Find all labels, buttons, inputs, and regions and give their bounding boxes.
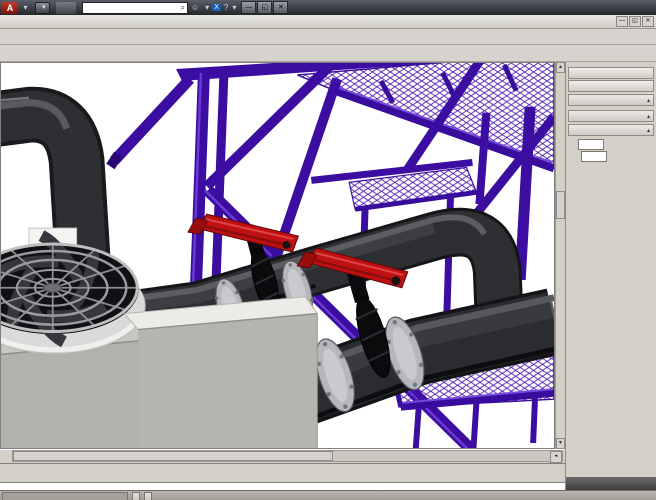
search-input[interactable] [83, 3, 179, 12]
child-window-controls: — ◱ ✕ [616, 16, 656, 27]
foreground-box[interactable] [124, 297, 317, 448]
command-input[interactable] [0, 482, 565, 490]
signin-arrow-icon[interactable]: ▾ [204, 3, 210, 12]
palette-footer [566, 477, 656, 490]
menu-bar: — ◱ ✕ [0, 15, 656, 29]
help-menu-icon[interactable]: ? [223, 3, 229, 12]
viewport-canvas[interactable] [1, 63, 554, 448]
hscroll-left-icon[interactable]: ◂ [550, 451, 562, 463]
annotation-scale-button[interactable] [144, 492, 152, 500]
autocad-linear-window: A ▾ ▾ ⌕ ☺ ▾ X ? ▾ — ◱ ✕ — ◱ ✕ [0, 0, 656, 500]
window-controls: — ◱ ✕ [241, 1, 288, 14]
search-box: ⌕ [82, 2, 188, 14]
workspace-dropdown[interactable]: ▾ [35, 2, 50, 14]
draw-toolbar-row [0, 45, 656, 62]
exchange-icon[interactable]: X [212, 4, 221, 11]
linear-tool-palette: ▴ ▴ ▴ [565, 62, 656, 490]
hscroll-thumb[interactable] [13, 451, 333, 461]
dimension-input[interactable] [581, 151, 607, 162]
modell-button[interactable] [132, 492, 140, 500]
collapse-arrow-icon: ▴ [647, 113, 650, 120]
drawing-column: ▲ ▼ ◂ [0, 62, 565, 490]
chevron-down-icon: ▾ [42, 3, 46, 13]
coordinates-display[interactable] [2, 492, 128, 500]
window-title [56, 2, 76, 14]
elayer-section-header[interactable]: ▴ [568, 94, 654, 106]
viewport-hscrollbar[interactable]: ◂ [12, 450, 563, 462]
drawing-viewport[interactable] [0, 62, 555, 449]
quicklayer-button[interactable] [568, 67, 654, 79]
segmente-input[interactable] [578, 139, 604, 150]
vscroll-thumb[interactable] [556, 191, 565, 219]
app-menu-arrow-icon[interactable]: ▾ [20, 2, 31, 13]
close-icon[interactable]: ✕ [273, 1, 288, 14]
layout-tab-bar: ◂ [0, 449, 565, 463]
minimize-icon[interactable]: — [241, 1, 256, 14]
darstellung-section-header[interactable]: ▴ [568, 124, 654, 136]
restore-icon[interactable]: ◱ [257, 1, 272, 14]
collapse-arrow-icon: ▴ [647, 127, 650, 134]
child-minimize-icon[interactable]: — [616, 16, 628, 27]
search-icon[interactable]: ⌕ [179, 3, 187, 13]
viewport-vscrollbar[interactable]: ▲ ▼ [555, 62, 565, 449]
help-arrow-icon[interactable]: ▾ [231, 3, 237, 12]
standard-toolbar-row [0, 29, 656, 45]
command-history[interactable] [0, 463, 565, 482]
user-icon[interactable]: ☺ [190, 3, 200, 12]
child-restore-icon[interactable]: ◱ [629, 16, 641, 27]
autocad-logo[interactable]: A [2, 2, 18, 14]
scroll-down-icon[interactable]: ▼ [556, 438, 565, 449]
grafische-elemente-dropdown[interactable]: ▴ [568, 110, 654, 122]
status-bar [0, 490, 656, 500]
layer-verwaltung-button[interactable] [568, 80, 654, 92]
title-bar: A ▾ ▾ ⌕ ☺ ▾ X ? ▾ — ◱ ✕ [0, 0, 656, 15]
scroll-up-icon[interactable]: ▲ [556, 62, 565, 73]
collapse-arrow-icon: ▴ [647, 97, 650, 104]
main-area: ▲ ▼ ◂ [0, 62, 656, 490]
child-close-icon[interactable]: ✕ [642, 16, 654, 27]
